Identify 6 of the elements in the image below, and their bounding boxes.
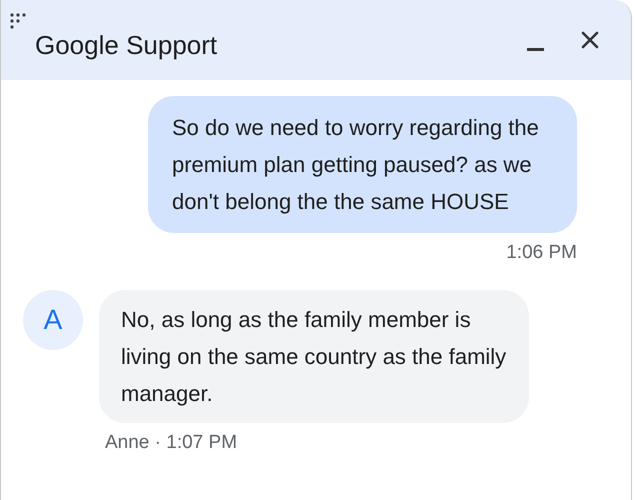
- window-title: Google Support: [35, 28, 218, 62]
- message-bubble: So do we need to worry regarding the premium plan getting paused? as we don't belong the the same HOUSE: [148, 96, 577, 233]
- message-meta: Anne · 1:07 PM: [105, 430, 238, 454]
- message-bubble: No, as long as the family member is living on the same country as the family manager.: [99, 290, 529, 422]
- avatar: A: [23, 290, 83, 350]
- message-time: 1:06 PM: [506, 241, 577, 265]
